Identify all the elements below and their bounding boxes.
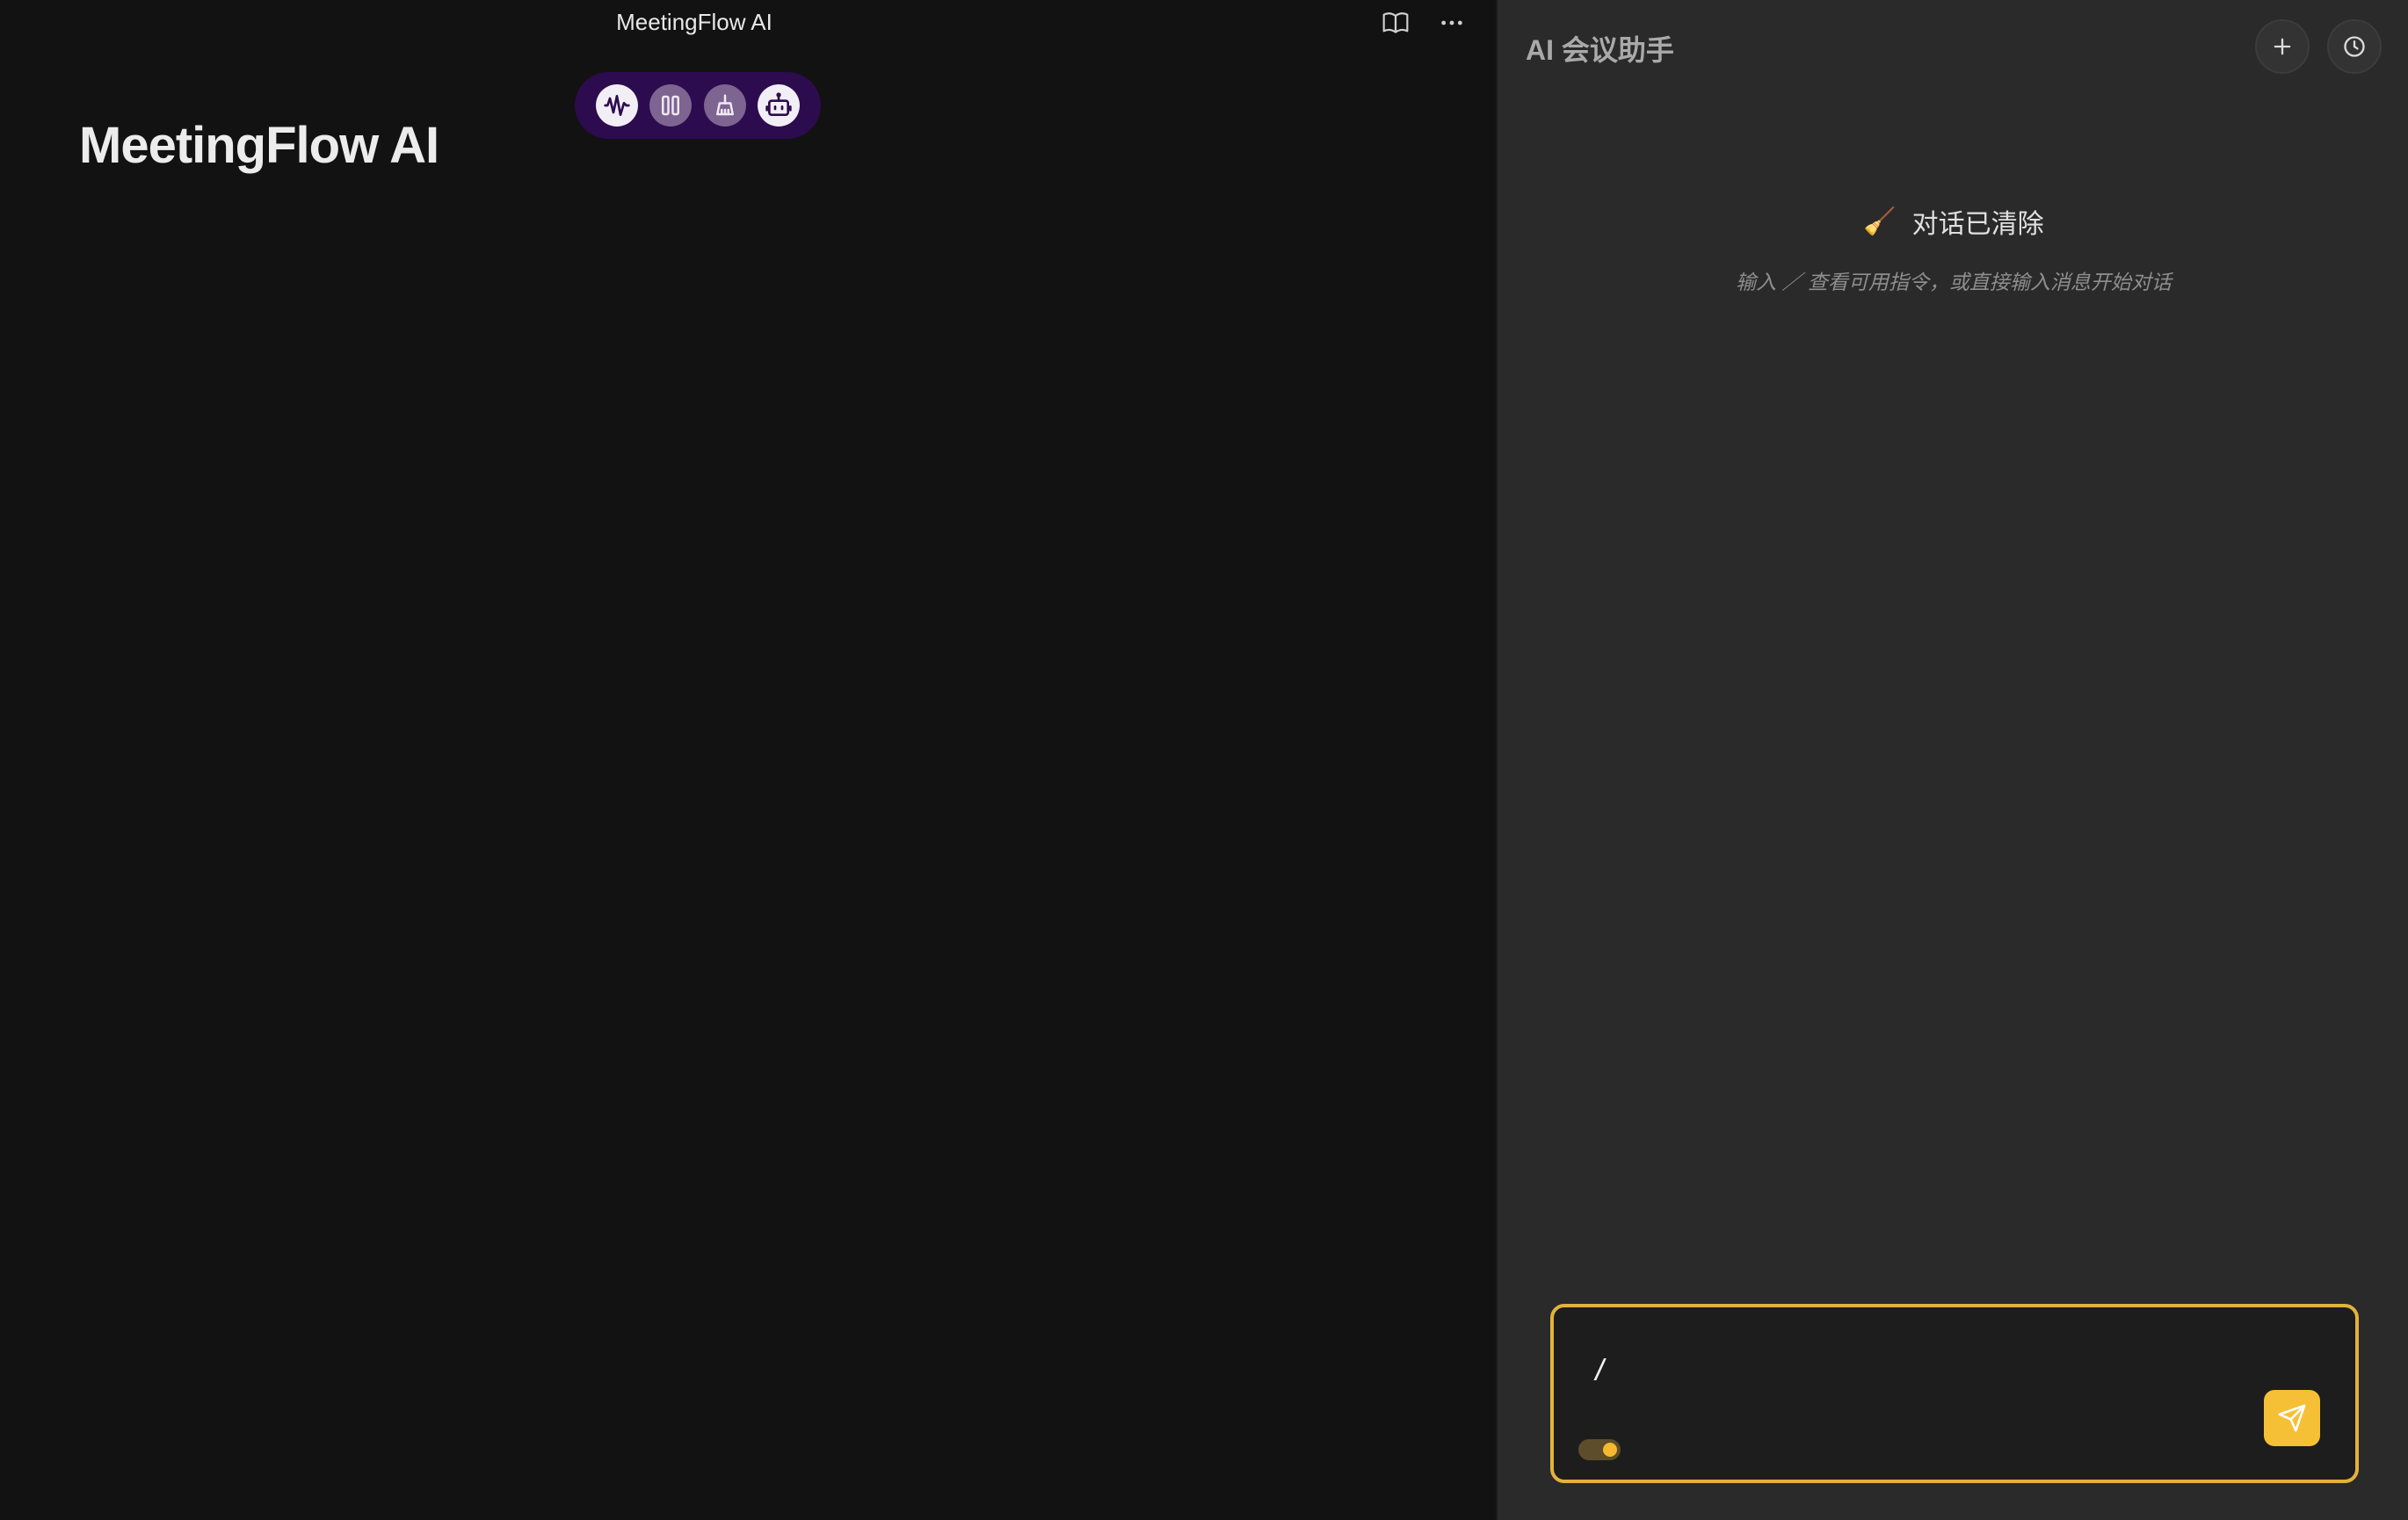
document-title[interactable]: MeetingFlow AI [79, 116, 439, 175]
window-title: MeetingFlow AI [616, 9, 772, 35]
book-open-icon[interactable] [1378, 5, 1413, 40]
new-chat-button[interactable] [2255, 19, 2310, 74]
empty-state-title: 🧹 对话已清除 [1498, 202, 2408, 241]
broom-icon[interactable] [703, 84, 746, 127]
ai-assistant-panel: AI 会议助手 🧹 对话已清除 输入 ／ 查看可用指令，或直接输入消息开始对话 [1496, 0, 2408, 1520]
empty-state-title-text: 对话已清除 [1911, 210, 2044, 239]
clock-history-icon [2344, 36, 2365, 57]
send-button[interactable] [2264, 1390, 2320, 1446]
send-icon [2278, 1404, 2306, 1432]
history-button[interactable] [2327, 19, 2382, 74]
floating-toolbar [575, 72, 821, 139]
robot-icon[interactable] [758, 84, 801, 127]
panel-title: AI 会议助手 [1526, 34, 1674, 66]
empty-state-hint: 输入 ／ 查看可用指令，或直接输入消息开始对话 [1736, 271, 2172, 293]
toggle-knob [1603, 1443, 1617, 1457]
editor-pane: MeetingFlow AI MeetingFlow AI [0, 0, 1496, 1520]
empty-state: 🧹 对话已清除 输入 ／ 查看可用指令，或直接输入消息开始对话 [1498, 202, 2408, 295]
pause-icon[interactable] [649, 84, 693, 127]
broom-emoji-icon: 🧹 [1863, 206, 1897, 236]
panel-actions [2255, 19, 2382, 74]
more-horizontal-icon[interactable] [1434, 5, 1469, 40]
audio-waveform-icon[interactable] [595, 84, 638, 127]
top-actions [1378, 5, 1469, 40]
message-composer [1550, 1304, 2359, 1483]
app-window: MeetingFlow AI MeetingFlow AI AI 会议助手 🧹 … [0, 0, 2408, 1520]
mode-toggle[interactable] [1578, 1439, 1621, 1460]
message-input[interactable] [1592, 1343, 2208, 1395]
plus-icon [2274, 38, 2291, 55]
